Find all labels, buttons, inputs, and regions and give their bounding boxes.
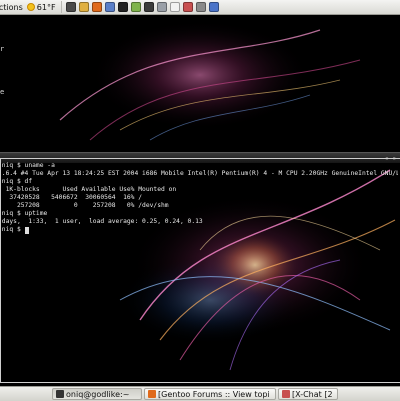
terminal-line: 1K-blocks Used Available Use% Mounted on xyxy=(2,186,177,193)
weather-temperature: 61°F xyxy=(36,2,56,12)
taskbar-window-button[interactable]: [Gentoo Forums :: View topi xyxy=(144,388,276,400)
taskbar-window-label: [Gentoo Forums :: View topi xyxy=(158,389,270,399)
terminal-line: oniq $ uname -a xyxy=(2,162,55,169)
taskbar-window-button[interactable]: oniq@godlike:~ xyxy=(52,388,142,400)
firefox-icon[interactable] xyxy=(91,2,102,12)
mail-icon[interactable] xyxy=(104,2,115,12)
bottom-taskbar: oniq@godlike:~ [Gentoo Forums :: View top… xyxy=(0,386,400,401)
folder-icon[interactable] xyxy=(78,2,89,12)
terminal-line: 257208 0 257208 0% /dev/shm xyxy=(2,202,169,209)
desktop-text-fragment: r xyxy=(0,45,5,53)
text-cursor xyxy=(24,227,29,234)
document-icon[interactable] xyxy=(169,2,180,12)
taskbar-window-label: [X-Chat [2 xyxy=(292,389,333,399)
terminal-line: 2.6.4 #4 Tue Apr 13 18:24:25 EST 2004 i6… xyxy=(2,170,398,177)
terminal-line: oniq $ xyxy=(2,226,398,234)
launcher-bar xyxy=(60,1,219,13)
terminal-line: days, 1:33, 1 user, load average: 0.25, … xyxy=(2,218,203,225)
terminal-line: oniq $ df xyxy=(2,178,33,185)
xchat-icon xyxy=(282,390,290,398)
desktop-text-fragment: e xyxy=(0,88,5,96)
taskbar-window-label: oniq@godlike:~ xyxy=(66,389,130,399)
actions-menu[interactable]: actions xyxy=(0,3,27,12)
weather-applet[interactable]: 61°F xyxy=(26,2,61,12)
terminal-line: oniq $ uptime xyxy=(2,210,48,217)
help-icon[interactable] xyxy=(208,2,219,12)
gaim-icon[interactable] xyxy=(130,2,141,12)
terminal-icon[interactable] xyxy=(65,2,76,12)
firefox-icon xyxy=(148,390,156,398)
terminal-output[interactable]: oniq $ uname -a 2.6.4 #4 Tue Apr 13 18:24… xyxy=(2,162,398,380)
taskbar-window-button[interactable]: [X-Chat [2 xyxy=(278,388,338,400)
terminal-icon xyxy=(56,390,64,398)
upper-desktop-area: r e xyxy=(0,15,400,152)
top-panel: actions 61°F xyxy=(0,0,400,15)
screenshot-icon[interactable] xyxy=(156,2,167,12)
music-icon[interactable] xyxy=(143,2,154,12)
settings-icon[interactable] xyxy=(195,2,206,12)
sun-icon xyxy=(26,3,35,11)
xchat-icon[interactable] xyxy=(182,2,193,12)
terminal-line: 37420528 5406672 30060564 16% / xyxy=(2,194,143,201)
bomb-icon[interactable] xyxy=(117,2,128,12)
